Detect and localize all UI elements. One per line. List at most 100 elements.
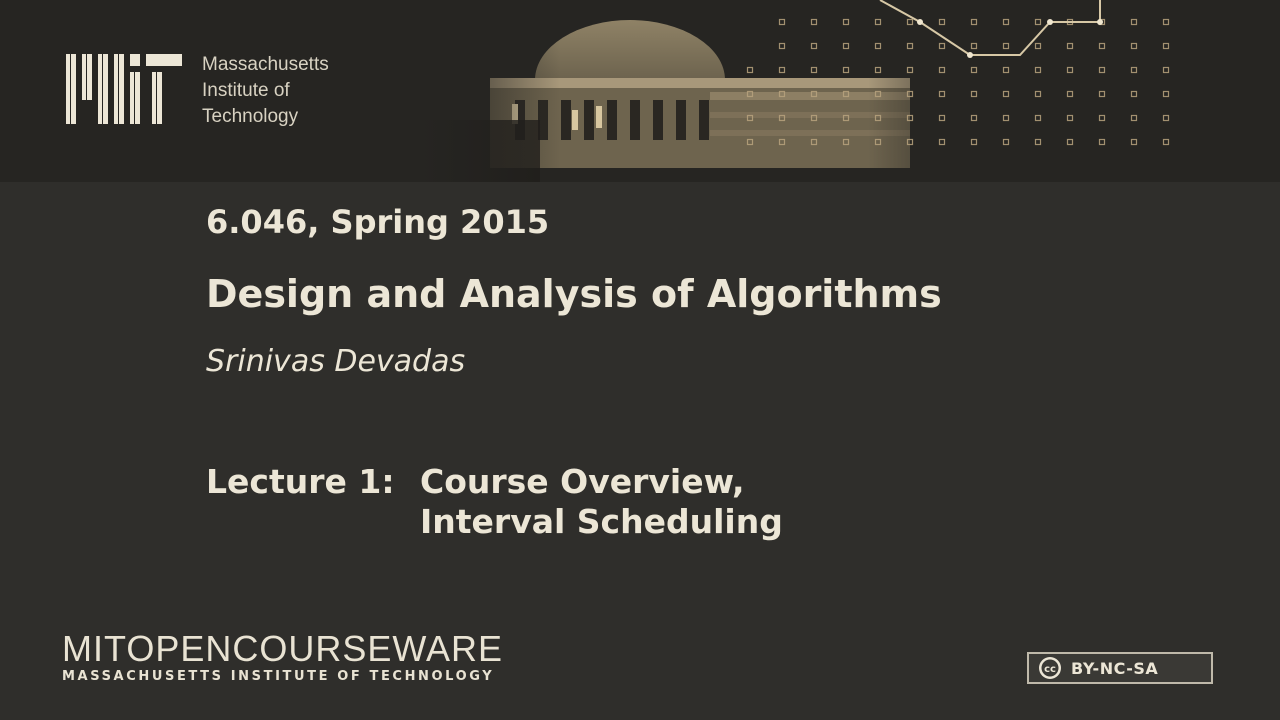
circuit-dot bbox=[1002, 90, 1010, 98]
circuit-dot bbox=[874, 114, 882, 122]
lecture-label: Lecture 1: bbox=[206, 462, 395, 501]
circuit-dot bbox=[778, 138, 786, 146]
circuit-dot bbox=[1098, 66, 1106, 74]
circuit-dot bbox=[1162, 18, 1170, 26]
circuit-dot bbox=[874, 138, 882, 146]
circuit-dot bbox=[842, 90, 850, 98]
circuit-dot bbox=[1130, 138, 1138, 146]
circuit-dot bbox=[1066, 114, 1074, 122]
circuit-dot bbox=[1130, 114, 1138, 122]
circuit-dot bbox=[874, 42, 882, 50]
circuit-dot bbox=[810, 138, 818, 146]
circuit-dot bbox=[778, 90, 786, 98]
ocw-courseware-text: COURSEWARE bbox=[232, 628, 504, 669]
lecture-title-line-2: Interval Scheduling bbox=[420, 502, 783, 541]
circuit-dot bbox=[938, 114, 946, 122]
circuit-dot bbox=[906, 66, 914, 74]
circuit-dot bbox=[970, 66, 978, 74]
circuit-dot bbox=[1162, 66, 1170, 74]
circuit-dot bbox=[778, 66, 786, 74]
circuit-dot bbox=[1034, 66, 1042, 74]
circuit-dot bbox=[1066, 138, 1074, 146]
circuit-dot bbox=[906, 42, 914, 50]
circuit-dot bbox=[1130, 66, 1138, 74]
circuit-dot bbox=[938, 18, 946, 26]
circuit-dot bbox=[1002, 42, 1010, 50]
circuit-dot bbox=[842, 138, 850, 146]
license-text: BY-NC-SA bbox=[1071, 658, 1159, 678]
circuit-dot bbox=[874, 90, 882, 98]
circuit-dot bbox=[938, 66, 946, 74]
circuit-dot bbox=[1130, 18, 1138, 26]
circuit-dot bbox=[1034, 90, 1042, 98]
course-title: Design and Analysis of Algorithms bbox=[206, 272, 942, 316]
circuit-dot bbox=[746, 66, 754, 74]
circuit-dot bbox=[842, 18, 850, 26]
slide: Massachusetts Institute of Technology 6.… bbox=[0, 0, 1280, 720]
circuit-dot bbox=[1002, 66, 1010, 74]
circuit-dot bbox=[970, 90, 978, 98]
circuit-dot bbox=[778, 42, 786, 50]
circuit-dot bbox=[938, 42, 946, 50]
institution-line-1: Massachusetts bbox=[202, 54, 329, 75]
circuit-dot bbox=[810, 18, 818, 26]
lecture-heading: Lecture 1: Course Overview, Interval Sch… bbox=[206, 462, 783, 542]
creative-commons-icon: cc bbox=[1029, 654, 1071, 682]
circuit-dot bbox=[810, 114, 818, 122]
circuit-dot bbox=[1066, 90, 1074, 98]
circuit-dot bbox=[810, 42, 818, 50]
course-label: 6.046, Spring 2015 bbox=[206, 203, 550, 241]
circuit-dot bbox=[1034, 114, 1042, 122]
header-banner: Massachusetts Institute of Technology bbox=[0, 0, 1280, 182]
circuit-dot bbox=[1098, 90, 1106, 98]
circuit-dot bbox=[778, 18, 786, 26]
circuit-dot bbox=[1162, 42, 1170, 50]
circuit-dot bbox=[1162, 114, 1170, 122]
circuit-dot bbox=[906, 114, 914, 122]
circuit-dot bbox=[1098, 42, 1106, 50]
mit-logo-icon bbox=[66, 54, 182, 124]
institution-line-2: Institute of bbox=[202, 80, 290, 101]
circuit-dot bbox=[1002, 18, 1010, 26]
circuit-dot bbox=[810, 90, 818, 98]
circuit-dot bbox=[746, 138, 754, 146]
circuit-dot bbox=[1098, 138, 1106, 146]
circuit-dot bbox=[1034, 138, 1042, 146]
circuit-dot bbox=[970, 138, 978, 146]
circuit-dot bbox=[970, 114, 978, 122]
institution-line-3: Technology bbox=[202, 106, 299, 127]
license-badge: cc BY-NC-SA bbox=[1027, 652, 1213, 684]
lecture-title-line-1: Course Overview, bbox=[420, 462, 745, 501]
institution-name: Massachusetts Institute of Technology bbox=[202, 52, 329, 130]
ocw-mit-text: MIT bbox=[62, 628, 127, 669]
circuit-dot bbox=[1130, 42, 1138, 50]
circuit-dot bbox=[906, 18, 914, 26]
circuit-dot bbox=[842, 42, 850, 50]
ocw-subtitle: MASSACHUSETTS INSTITUTE OF TECHNOLOGY bbox=[62, 669, 495, 684]
circuit-dot bbox=[938, 90, 946, 98]
circuit-dot bbox=[1162, 90, 1170, 98]
circuit-dot bbox=[778, 114, 786, 122]
circuit-dot bbox=[1002, 138, 1010, 146]
circuit-dot bbox=[970, 42, 978, 50]
circuit-dots-graphic bbox=[746, 0, 1170, 146]
circuit-dot bbox=[1066, 66, 1074, 74]
circuit-dot bbox=[874, 66, 882, 74]
circuit-dot bbox=[746, 90, 754, 98]
circuit-dot bbox=[874, 18, 882, 26]
circuit-dot bbox=[842, 114, 850, 122]
circuit-dot bbox=[1002, 114, 1010, 122]
cc-icon-text: cc bbox=[1044, 664, 1056, 675]
circuit-dot bbox=[1034, 18, 1042, 26]
circuit-dot bbox=[810, 66, 818, 74]
author-name: Srinivas Devadas bbox=[206, 344, 466, 379]
circuit-dot bbox=[842, 66, 850, 74]
circuit-dot bbox=[1162, 138, 1170, 146]
circuit-dot bbox=[1034, 42, 1042, 50]
ocw-open-text: OPEN bbox=[126, 628, 233, 669]
circuit-dot bbox=[906, 138, 914, 146]
circuit-dot bbox=[938, 138, 946, 146]
circuit-dot bbox=[906, 90, 914, 98]
circuit-dot bbox=[746, 114, 754, 122]
circuit-dot bbox=[970, 18, 978, 26]
